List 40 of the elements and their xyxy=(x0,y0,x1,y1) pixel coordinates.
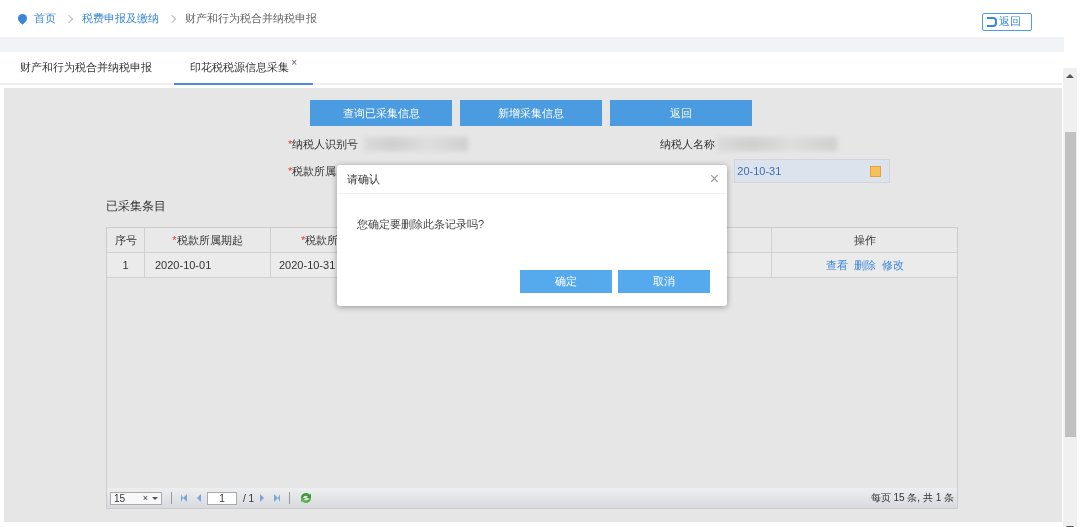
action-link[interactable]: 修改 xyxy=(881,257,904,273)
field-label: *税款所属 xyxy=(288,163,337,179)
tab[interactable]: 财产和行为税合并纳税申报 xyxy=(8,52,166,83)
column-header: 操作 xyxy=(852,232,877,248)
dialog-button[interactable]: 确定 xyxy=(520,270,612,293)
table-cell: 2020-10-01 xyxy=(145,253,271,277)
breadcrumb-current: 财产和行为税合并纳税申报 xyxy=(185,11,317,26)
refresh-icon[interactable] xyxy=(299,492,314,504)
field-label: 纳税人名称 xyxy=(660,136,716,152)
scroll-up-icon[interactable] xyxy=(1066,74,1074,78)
action-link[interactable]: 删除 xyxy=(853,257,876,273)
location-pin-icon xyxy=(16,12,29,25)
close-icon[interactable]: × xyxy=(291,57,297,68)
scrollbar[interactable] xyxy=(1063,68,1077,527)
action-button[interactable]: 返回 xyxy=(610,100,752,126)
dialog-button[interactable]: 取消 xyxy=(618,270,710,293)
back-button[interactable]: 返回 xyxy=(982,12,1032,31)
date-field[interactable]: 20-10-31 xyxy=(734,159,891,183)
action-link[interactable]: 查看 xyxy=(825,257,848,273)
tab[interactable]: 印花税税源信息采集 × xyxy=(174,52,313,85)
close-icon[interactable]: × xyxy=(709,170,719,188)
pager-summary: 每页 15 条, 共 1 条 xyxy=(870,491,954,505)
action-button[interactable]: 新增采集信息 xyxy=(460,100,602,126)
field-label: *纳税人识别号 xyxy=(288,136,359,152)
breadcrumb-link[interactable]: 税费申报及缴纳 xyxy=(82,11,159,26)
action-button[interactable]: 查询已采集信息 xyxy=(310,100,452,126)
column-header: 序号 xyxy=(107,228,145,252)
clear-icon[interactable]: × xyxy=(142,493,148,503)
section-title: 已采集条目 xyxy=(105,198,167,215)
page-size-select[interactable]: 15 × xyxy=(110,491,162,505)
table-cell: 1 xyxy=(107,253,145,277)
return-arrow-icon xyxy=(987,16,997,27)
calendar-icon[interactable] xyxy=(870,165,882,177)
column-header: *税款所属期起 xyxy=(145,228,271,252)
last-page-icon[interactable] xyxy=(274,494,281,502)
dialog-title: 请确认 xyxy=(347,171,380,187)
page-input[interactable]: 1 xyxy=(207,491,237,505)
first-page-icon[interactable] xyxy=(181,494,187,502)
breadcrumb-link[interactable]: 首页 xyxy=(34,11,56,26)
page-total: / 1 xyxy=(243,492,255,504)
